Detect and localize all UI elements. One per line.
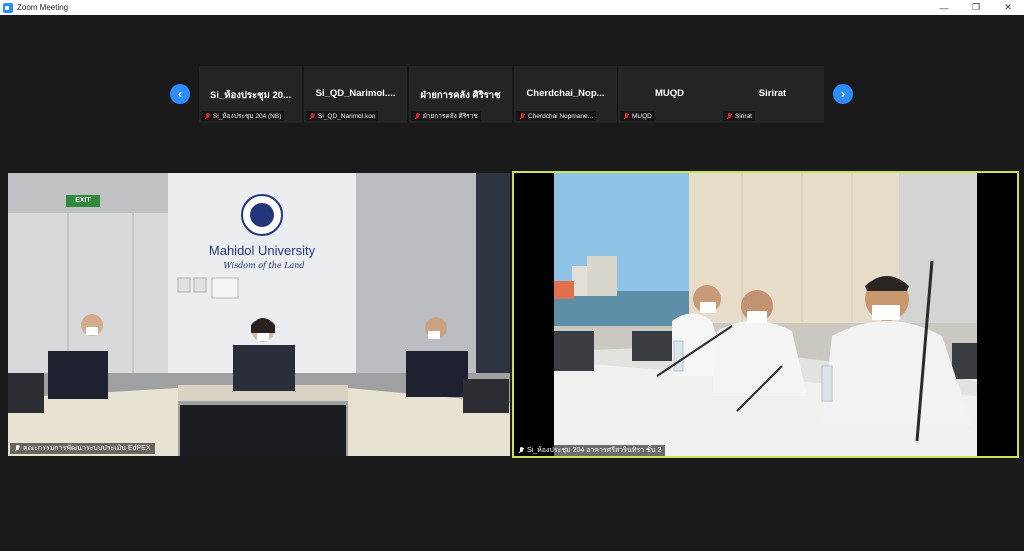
participant-label: Cherdchai Nopmane... <box>516 111 597 121</box>
mic-muted-icon <box>414 112 420 120</box>
video-tile-right[interactable]: Si_ห้องประชุม 204 อาคารศรีสวรินทิรา ชั้น… <box>512 171 1019 458</box>
video-label-left: คณะกรรมการพัฒนาระบบประเมิน EdPEX <box>10 443 155 454</box>
participant-label: Si_QD_Narimol.kon <box>306 111 379 121</box>
participant-label-text: Cherdchai Nopmane... <box>528 112 594 120</box>
participant-label-text: Si_QD_Narimol.kon <box>318 112 376 120</box>
participant-label-text: Si_ห้องประชุม 204 (NB) <box>213 113 282 120</box>
video-frame-left <box>8 173 510 456</box>
mic-muted-icon <box>726 112 732 120</box>
participant-name: ฝ่ายการคลัง ศิริราช <box>420 90 501 101</box>
minimize-button[interactable]: — <box>928 0 960 15</box>
participant-thumb[interactable]: Si_QD_Narimol.... Si_QD_Narimol.kon <box>304 66 407 123</box>
participant-thumb[interactable]: Cherdchai_Nop... Cherdchai Nopmane... <box>514 66 617 123</box>
participant-label-text: ฝ่ายการคลัง ศิริราช <box>423 113 478 120</box>
participant-label: Sirirat <box>723 111 755 121</box>
participant-thumb[interactable]: Sirirat Sirirat <box>721 66 824 123</box>
maximize-button[interactable]: ❐ <box>960 0 992 15</box>
mic-muted-icon <box>14 445 20 452</box>
participant-thumb[interactable]: Si_ห้องประชุม 20... Si_ห้องประชุม 204 (N… <box>199 66 302 123</box>
zoom-app-icon <box>3 2 13 13</box>
mic-muted-icon <box>204 112 210 120</box>
participant-name: MUQD <box>654 88 685 99</box>
chevron-left-icon: ‹ <box>178 87 182 101</box>
participant-label: Si_ห้องประชุม 204 (NB) <box>201 111 285 121</box>
video-label-right: Si_ห้องประชุม 204 อาคารศรีสวรินทิรา ชั้น… <box>514 445 666 456</box>
exit-sign: EXIT <box>75 197 91 204</box>
close-button[interactable]: ✕ <box>992 0 1024 15</box>
participant-name: Si_QD_Narimol.... <box>315 88 396 99</box>
window-title: Zoom Meeting <box>17 3 69 12</box>
mic-muted-icon <box>518 447 524 454</box>
participant-label: ฝ่ายการคลัง ศิริราช <box>411 111 481 121</box>
wall-title: Mahidol University <box>208 243 316 258</box>
chevron-right-icon: › <box>841 87 845 101</box>
participant-name: Cherdchai_Nop... <box>526 88 605 99</box>
title-bar: Zoom Meeting — ❐ ✕ <box>0 0 1024 15</box>
participant-thumb[interactable]: MUQD MUQD <box>618 66 721 123</box>
participant-name: Sirirat <box>758 88 787 99</box>
participant-label-text: MUQD <box>632 112 652 120</box>
meeting-stage: ‹ Si_ห้องประชุม 20... Si_ห้องประชุม 204 … <box>0 15 1024 551</box>
wall-slogan: Wisdom of the Land <box>223 261 305 270</box>
mic-muted-icon <box>623 112 629 120</box>
video-frame-right <box>512 171 1019 458</box>
mic-muted-icon <box>519 112 525 120</box>
video-label-text: Si_ห้องประชุม 204 อาคารศรีสวรินทิรา ชั้น… <box>527 447 662 454</box>
strip-next-button[interactable]: › <box>833 84 853 104</box>
strip-prev-button[interactable]: ‹ <box>170 84 190 104</box>
participant-label: MUQD <box>620 111 655 121</box>
video-label-text: คณะกรรมการพัฒนาระบบประเมิน EdPEX <box>23 445 151 452</box>
participant-thumb[interactable]: ฝ่ายการคลัง ศิริราช ฝ่ายการคลัง ศิริราช <box>409 66 512 123</box>
window-controls: — ❐ ✕ <box>928 0 1024 15</box>
participant-label-text: Sirirat <box>735 112 752 120</box>
participant-name: Si_ห้องประชุม 20... <box>210 90 291 101</box>
video-tile-left[interactable]: Mahidol University Wisdom of the Land EX… <box>8 173 510 456</box>
mic-muted-icon <box>309 112 315 120</box>
